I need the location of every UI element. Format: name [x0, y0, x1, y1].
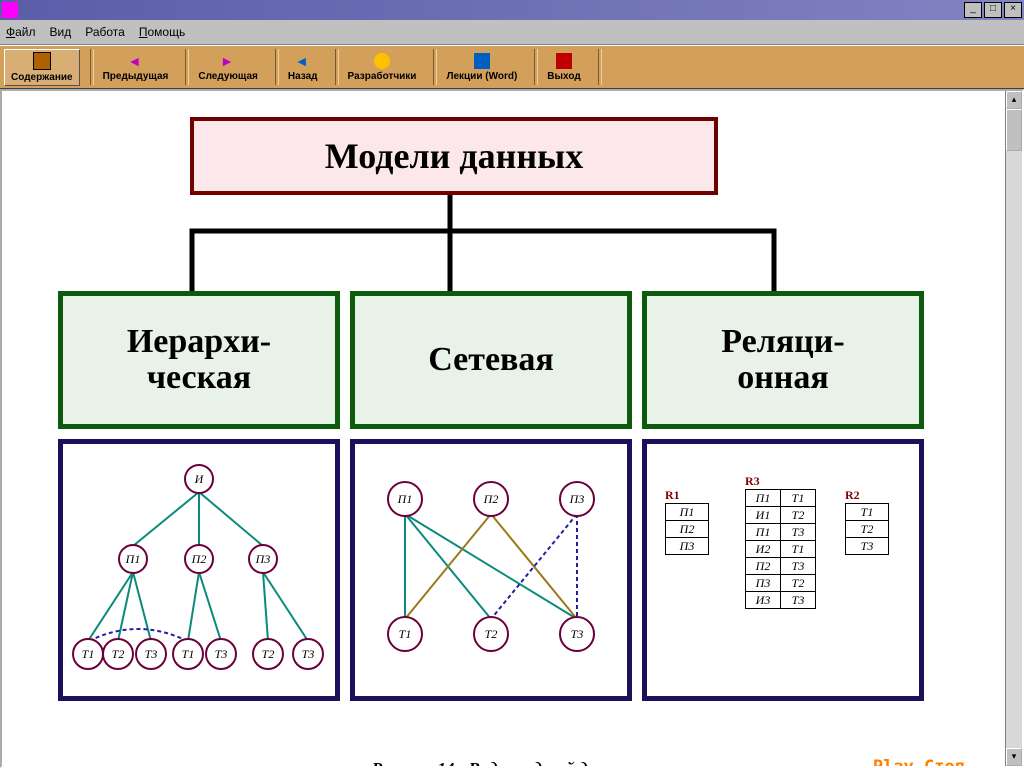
toolbar: Содержание ◄Предыдущая ►Следующая ◄Назад… [0, 45, 1024, 89]
back-icon: ◄ [295, 53, 311, 69]
prev-button[interactable]: ◄Предыдущая [96, 50, 176, 85]
relational-diagram: R1П1П2П3R3П1Т1И1Т2П1Т3И2Т1П2Т3П3Т2И3Т3R2… [642, 439, 924, 701]
figure-caption: Рисунок 14 - Виды моделей данных [2, 759, 1005, 766]
svg-text:Т3: Т3 [145, 647, 158, 661]
scroll-thumb[interactable] [1006, 109, 1022, 151]
menu-help[interactable]: Помощь [139, 25, 185, 39]
book-icon [33, 52, 51, 70]
exit-button[interactable]: Выход [540, 50, 587, 85]
menu-file[interactable]: Файл [6, 25, 36, 39]
stop-button[interactable]: Стоп [924, 757, 965, 766]
model-relational-header: Реляци- онная [642, 291, 924, 429]
svg-text:П2: П2 [191, 552, 207, 566]
contents-button[interactable]: Содержание [4, 49, 80, 86]
people-icon [374, 53, 390, 69]
svg-text:П1: П1 [397, 492, 413, 506]
word-icon [474, 53, 490, 69]
content-area: Модели данных Иерархи- ческая Сетевая Ре… [0, 89, 1024, 768]
svg-text:Т1: Т1 [399, 627, 412, 641]
network-diagram: П1 П2 П3 Т1 Т2 Т3 [350, 439, 632, 701]
model-hierarchical-header: Иерархи- ческая [58, 291, 340, 429]
svg-text:Т2: Т2 [262, 647, 275, 661]
back-button[interactable]: ◄Назад [281, 50, 325, 85]
app-window: _ □ × Файл Вид Работа Помощь Содержание … [0, 0, 1024, 768]
vertical-scrollbar[interactable]: ▴ ▾ [1005, 91, 1022, 766]
svg-text:Т3: Т3 [302, 647, 315, 661]
exit-icon [556, 53, 572, 69]
developers-button[interactable]: Разработчики [341, 50, 424, 85]
svg-text:П2: П2 [483, 492, 499, 506]
svg-text:Т2: Т2 [112, 647, 125, 661]
svg-text:Т1: Т1 [182, 647, 195, 661]
svg-text:Т2: Т2 [485, 627, 498, 641]
svg-text:П3: П3 [569, 492, 585, 506]
svg-text:Т1: Т1 [82, 647, 95, 661]
maximize-button[interactable]: □ [984, 2, 1002, 18]
hierarchical-diagram: И П1 П2 П3 Т1 Т2 Т3 Т1 Т3 Т2 Т3 [58, 439, 340, 701]
lectures-button[interactable]: Лекции (Word) [439, 50, 524, 85]
scroll-down-button[interactable]: ▾ [1006, 748, 1022, 766]
arrow-right-icon: ► [220, 53, 236, 69]
diagram-canvas: Модели данных Иерархи- ческая Сетевая Ре… [2, 91, 1005, 766]
titlebar: _ □ × [0, 0, 1024, 20]
play-stop-controls: Play Стоп [873, 757, 965, 766]
scroll-up-button[interactable]: ▴ [1006, 91, 1022, 109]
menubar: Файл Вид Работа Помощь [0, 20, 1024, 45]
play-button[interactable]: Play [873, 757, 914, 766]
svg-text:Т3: Т3 [571, 627, 584, 641]
svg-text:П1: П1 [125, 552, 141, 566]
menu-work[interactable]: Работа [85, 25, 125, 39]
minimize-button[interactable]: _ [964, 2, 982, 18]
svg-text:П3: П3 [255, 552, 271, 566]
next-button[interactable]: ►Следующая [191, 50, 265, 85]
diagram-title: Модели данных [190, 117, 718, 195]
app-logo-icon [2, 2, 18, 18]
arrow-left-icon: ◄ [127, 53, 143, 69]
close-button[interactable]: × [1004, 2, 1022, 18]
svg-text:Т3: Т3 [215, 647, 228, 661]
menu-view[interactable]: Вид [50, 25, 72, 39]
svg-text:И: И [194, 472, 205, 486]
model-network-header: Сетевая [350, 291, 632, 429]
